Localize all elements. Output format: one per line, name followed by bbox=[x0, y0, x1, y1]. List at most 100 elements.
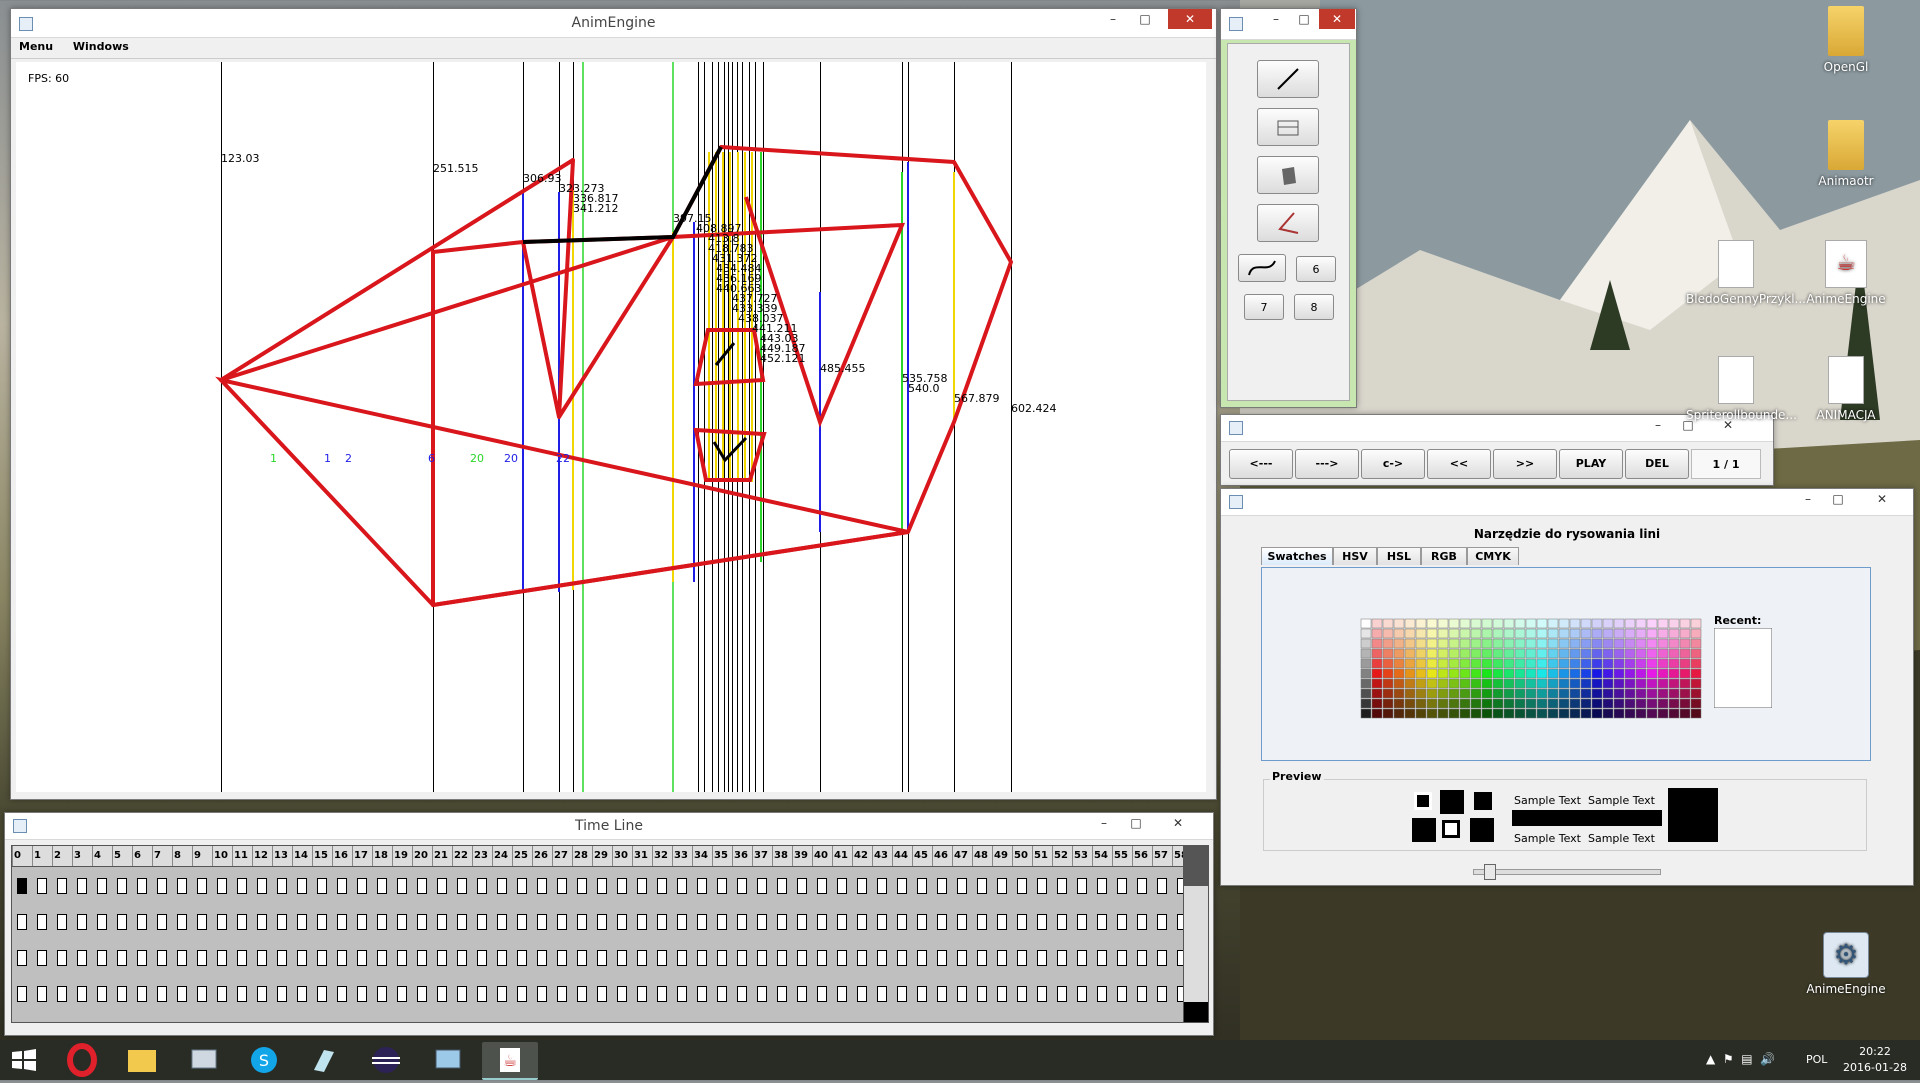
frame-cell[interactable] bbox=[177, 914, 187, 930]
swatch-cell[interactable] bbox=[1624, 668, 1636, 679]
taskbar-network[interactable] bbox=[420, 1042, 476, 1078]
swatch-cell[interactable] bbox=[1415, 668, 1427, 679]
frame-cell[interactable] bbox=[157, 878, 167, 894]
swatch-cell[interactable] bbox=[1404, 628, 1416, 639]
swatch-cell[interactable] bbox=[1470, 698, 1482, 709]
swatch-cell[interactable] bbox=[1679, 658, 1691, 669]
swatch-cell[interactable] bbox=[1690, 648, 1702, 659]
swatch-cell[interactable] bbox=[1536, 638, 1548, 649]
swatch-cell[interactable] bbox=[1536, 668, 1548, 679]
swatch-cell[interactable] bbox=[1459, 638, 1471, 649]
swatch-cell[interactable] bbox=[1580, 648, 1592, 659]
swatch-cell[interactable] bbox=[1624, 618, 1636, 629]
swatch-cell[interactable] bbox=[1525, 698, 1537, 709]
swatch-cell[interactable] bbox=[1690, 618, 1702, 629]
frame-cell[interactable] bbox=[677, 950, 687, 966]
swatch-cell[interactable] bbox=[1613, 648, 1625, 659]
swatch-cell[interactable] bbox=[1382, 678, 1394, 689]
frame-cell[interactable] bbox=[137, 914, 147, 930]
frame-cell[interactable] bbox=[377, 950, 387, 966]
swatch-cell[interactable] bbox=[1503, 658, 1515, 669]
frame-cell[interactable] bbox=[517, 878, 527, 894]
swatch-cell[interactable] bbox=[1580, 668, 1592, 679]
swatch-cell[interactable] bbox=[1371, 618, 1383, 629]
frame-cell[interactable] bbox=[717, 950, 727, 966]
swatch-cell[interactable] bbox=[1646, 678, 1658, 689]
frame-cell[interactable] bbox=[757, 878, 767, 894]
swatch-cell[interactable] bbox=[1470, 688, 1482, 699]
frame-cell[interactable] bbox=[817, 914, 827, 930]
color-titlebar[interactable]: – □ ✕ bbox=[1221, 489, 1913, 516]
swatch-cell[interactable] bbox=[1536, 618, 1548, 629]
layers-tool-button[interactable] bbox=[1257, 108, 1319, 146]
swatch-cell[interactable] bbox=[1624, 648, 1636, 659]
frame-cell[interactable] bbox=[437, 914, 447, 930]
frame-cell[interactable] bbox=[1037, 878, 1047, 894]
swatch-cell[interactable] bbox=[1426, 678, 1438, 689]
frame-cell[interactable] bbox=[237, 878, 247, 894]
swatch-cell[interactable] bbox=[1547, 688, 1559, 699]
frame-cell[interactable] bbox=[897, 914, 907, 930]
frame-cell[interactable] bbox=[617, 986, 627, 1002]
swatch-cell[interactable] bbox=[1624, 628, 1636, 639]
frame-cell[interactable] bbox=[857, 914, 867, 930]
frame-cell[interactable] bbox=[977, 950, 987, 966]
swatch-cell[interactable] bbox=[1635, 618, 1647, 629]
recent-swatches[interactable] bbox=[1714, 628, 1772, 708]
frame-cell[interactable] bbox=[437, 878, 447, 894]
swatch-cell[interactable] bbox=[1426, 708, 1438, 719]
taskbar-java[interactable]: ☕ bbox=[482, 1042, 538, 1080]
swatch-cell[interactable] bbox=[1514, 678, 1526, 689]
swatch-cell[interactable] bbox=[1591, 678, 1603, 689]
swatch-cell[interactable] bbox=[1514, 658, 1526, 669]
swatch-cell[interactable] bbox=[1558, 658, 1570, 669]
frame-cell[interactable] bbox=[897, 878, 907, 894]
swatch-cell[interactable] bbox=[1613, 678, 1625, 689]
swatch-cell[interactable] bbox=[1448, 618, 1460, 629]
frame-cell[interactable] bbox=[77, 950, 87, 966]
swatch-cell[interactable] bbox=[1657, 678, 1669, 689]
frame-cell[interactable] bbox=[957, 950, 967, 966]
swatch-cell[interactable] bbox=[1558, 648, 1570, 659]
swatch-cell[interactable] bbox=[1437, 668, 1449, 679]
swatch-cell[interactable] bbox=[1415, 698, 1427, 709]
drawing-canvas[interactable]: FPS: 60 123.03 251.515 306.93 323.273 33… bbox=[16, 62, 1206, 792]
swatch-cell[interactable] bbox=[1580, 678, 1592, 689]
frame-cell[interactable] bbox=[677, 986, 687, 1002]
swatch-cell[interactable] bbox=[1635, 698, 1647, 709]
swatch-cell[interactable] bbox=[1360, 618, 1372, 629]
swatch-cell[interactable] bbox=[1536, 678, 1548, 689]
menu-menu[interactable]: Menu bbox=[11, 38, 61, 53]
swatch-cell[interactable] bbox=[1382, 648, 1394, 659]
swatch-cell[interactable] bbox=[1679, 708, 1691, 719]
swatch-cell[interactable] bbox=[1624, 688, 1636, 699]
tool-6-button[interactable]: 6 bbox=[1296, 256, 1336, 282]
frame-header[interactable]: 47 bbox=[952, 846, 972, 866]
swatch-cell[interactable] bbox=[1569, 618, 1581, 629]
frame-cell[interactable] bbox=[177, 950, 187, 966]
frame-header[interactable]: 31 bbox=[632, 846, 652, 866]
swatch-grid[interactable] bbox=[1360, 618, 1706, 722]
frame-cell[interactable] bbox=[817, 950, 827, 966]
frame-header[interactable]: 10 bbox=[212, 846, 232, 866]
swatch-cell[interactable] bbox=[1360, 708, 1372, 719]
frame-header[interactable]: 16 bbox=[332, 846, 352, 866]
close-button[interactable]: ✕ bbox=[1319, 9, 1355, 29]
swatch-cell[interactable] bbox=[1426, 618, 1438, 629]
swatch-cell[interactable] bbox=[1459, 628, 1471, 639]
swatch-cell[interactable] bbox=[1679, 648, 1691, 659]
frame-cell[interactable] bbox=[597, 914, 607, 930]
swatch-cell[interactable] bbox=[1602, 618, 1614, 629]
swatch-cell[interactable] bbox=[1437, 618, 1449, 629]
swatch-cell[interactable] bbox=[1635, 668, 1647, 679]
curve-tool-button[interactable] bbox=[1238, 254, 1286, 282]
swatch-cell[interactable] bbox=[1470, 658, 1482, 669]
frame-header[interactable]: 5 bbox=[112, 846, 132, 866]
swatch-cell[interactable] bbox=[1657, 618, 1669, 629]
frame-cell[interactable] bbox=[937, 950, 947, 966]
swatch-cell[interactable] bbox=[1481, 658, 1493, 669]
frame-cell[interactable] bbox=[277, 878, 287, 894]
swatch-cell[interactable] bbox=[1580, 618, 1592, 629]
swatch-cell[interactable] bbox=[1679, 678, 1691, 689]
frame-cell[interactable] bbox=[1097, 914, 1107, 930]
